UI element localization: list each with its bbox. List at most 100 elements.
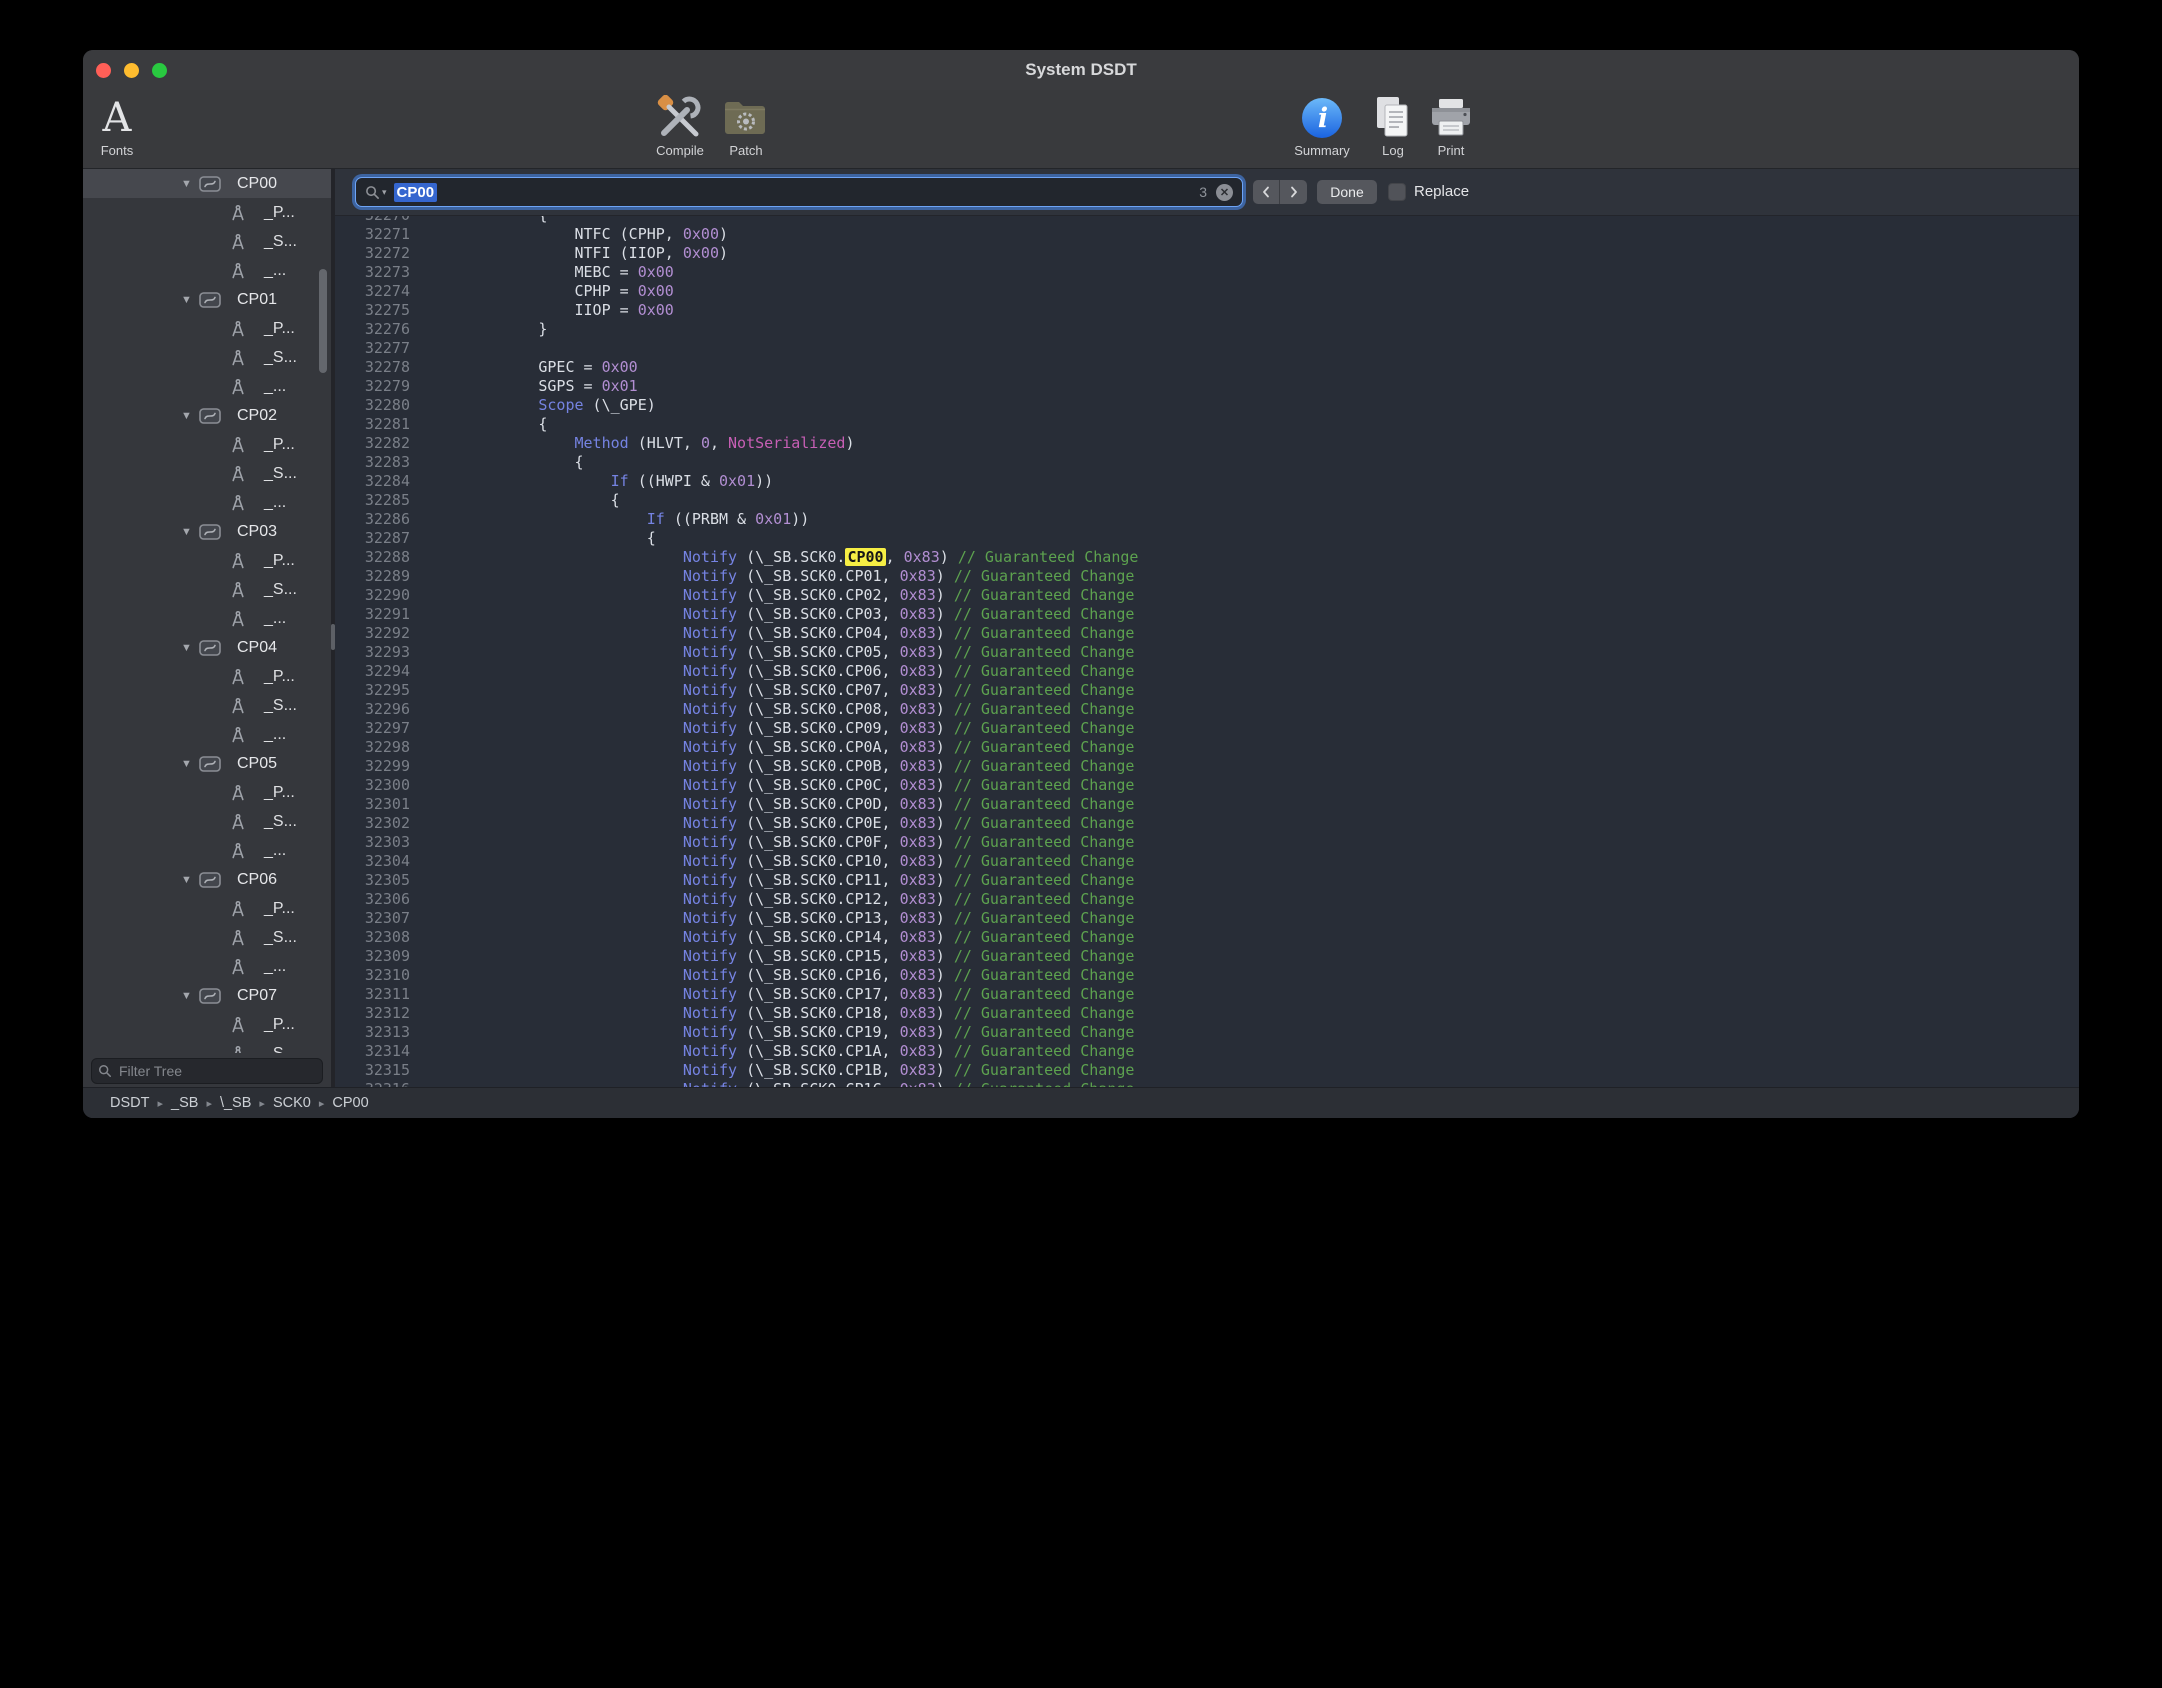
sidebar-child-row[interactable]: _P... [83,198,331,227]
sidebar-scrollbar[interactable] [319,269,327,373]
find-next-button[interactable] [1280,180,1307,204]
code-line[interactable]: 32274 CPHP = 0x00 [335,282,2079,301]
sidebar-child-row[interactable]: _S... [83,343,331,372]
code-line[interactable]: 32270 { [335,216,2079,225]
disclosure-triangle-icon[interactable]: ▼ [181,874,199,886]
search-options-chevron-icon[interactable]: ▾ [382,187,387,198]
sidebar-child-row[interactable]: _... [83,488,331,517]
code-line[interactable]: 32272 NTFI (IIOP, 0x00) [335,244,2079,263]
sidebar-group-row[interactable]: ▼CP03 [83,517,331,546]
filter-tree-field[interactable] [91,1058,323,1084]
code-line[interactable]: 32288 Notify (\_SB.SCK0.CP00, 0x83) // G… [335,548,2079,567]
sidebar-child-row[interactable]: _P... [83,430,331,459]
patch-button[interactable]: Patch [714,93,778,158]
replace-checkbox[interactable] [1388,183,1406,201]
search-icon[interactable] [365,185,380,200]
find-previous-button[interactable] [1253,180,1280,204]
code-line[interactable]: 32308 Notify (\_SB.SCK0.CP14, 0x83) // G… [335,928,2079,947]
sidebar-child-row[interactable]: _S... [83,459,331,488]
sidebar-child-row[interactable]: _P... [83,546,331,575]
sidebar-child-row[interactable]: _P... [83,778,331,807]
breadcrumb-item[interactable]: DSDT [110,1095,149,1111]
breadcrumb-item[interactable]: CP00 [332,1095,368,1111]
code-line[interactable]: 32279 SGPS = 0x01 [335,377,2079,396]
code-line[interactable]: 32295 Notify (\_SB.SCK0.CP07, 0x83) // G… [335,681,2079,700]
zoom-button[interactable] [152,63,167,78]
sidebar-child-row[interactable]: _... [83,836,331,865]
code-line[interactable]: 32298 Notify (\_SB.SCK0.CP0A, 0x83) // G… [335,738,2079,757]
disclosure-triangle-icon[interactable]: ▼ [181,178,199,190]
code-line[interactable]: 32273 MEBC = 0x00 [335,263,2079,282]
filter-tree-input[interactable] [117,1062,316,1080]
code-line[interactable]: 32313 Notify (\_SB.SCK0.CP19, 0x83) // G… [335,1023,2079,1042]
code-line[interactable]: 32311 Notify (\_SB.SCK0.CP17, 0x83) // G… [335,985,2079,1004]
code-line[interactable]: 32283 { [335,453,2079,472]
find-input[interactable]: ▾ CP00 3 ✕ [355,177,1243,207]
sidebar-child-row[interactable]: _P... [83,662,331,691]
code-line[interactable]: 32292 Notify (\_SB.SCK0.CP04, 0x83) // G… [335,624,2079,643]
code-line[interactable]: 32275 IIOP = 0x00 [335,301,2079,320]
fonts-button[interactable]: A Fonts [85,93,149,158]
log-button[interactable]: Log [1361,93,1425,158]
sidebar-group-row[interactable]: ▼CP02 [83,401,331,430]
compile-button[interactable]: Compile [641,93,719,158]
summary-button[interactable]: i Summary [1283,93,1361,158]
code-line[interactable]: 32281 { [335,415,2079,434]
clear-search-icon[interactable]: ✕ [1216,184,1233,201]
code-line[interactable]: 32301 Notify (\_SB.SCK0.CP0D, 0x83) // G… [335,795,2079,814]
sidebar-child-row[interactable]: _... [83,720,331,749]
code-line[interactable]: 32304 Notify (\_SB.SCK0.CP10, 0x83) // G… [335,852,2079,871]
sidebar-child-row[interactable]: _P... [83,1010,331,1039]
disclosure-triangle-icon[interactable]: ▼ [181,526,199,538]
sidebar-child-row[interactable]: _... [83,604,331,633]
minimize-button[interactable] [124,63,139,78]
code-line[interactable]: 32289 Notify (\_SB.SCK0.CP01, 0x83) // G… [335,567,2079,586]
disclosure-triangle-icon[interactable]: ▼ [181,294,199,306]
code-line[interactable]: 32306 Notify (\_SB.SCK0.CP12, 0x83) // G… [335,890,2079,909]
code-line[interactable]: 32299 Notify (\_SB.SCK0.CP0B, 0x83) // G… [335,757,2079,776]
sidebar-group-row[interactable]: ▼CP00 [83,169,331,198]
code-line[interactable]: 32285 { [335,491,2079,510]
code-line[interactable]: 32315 Notify (\_SB.SCK0.CP1B, 0x83) // G… [335,1061,2079,1080]
sidebar-group-row[interactable]: ▼CP04 [83,633,331,662]
code-line[interactable]: 32310 Notify (\_SB.SCK0.CP16, 0x83) // G… [335,966,2079,985]
sidebar-child-row[interactable]: _S... [83,923,331,952]
sidebar-child-row[interactable]: _S... [83,1039,331,1053]
close-button[interactable] [96,63,111,78]
disclosure-triangle-icon[interactable]: ▼ [181,758,199,770]
code-line[interactable]: 32296 Notify (\_SB.SCK0.CP08, 0x83) // G… [335,700,2079,719]
sidebar-child-row[interactable]: _... [83,372,331,401]
splitter-handle-icon[interactable] [331,624,335,650]
code-line[interactable]: 32284 If ((HWPI & 0x01)) [335,472,2079,491]
code-line[interactable]: 32303 Notify (\_SB.SCK0.CP0F, 0x83) // G… [335,833,2079,852]
sidebar-group-row[interactable]: ▼CP07 [83,981,331,1010]
breadcrumb-item[interactable]: SCK0 [273,1095,311,1111]
code-line[interactable]: 32297 Notify (\_SB.SCK0.CP09, 0x83) // G… [335,719,2079,738]
code-line[interactable]: 32307 Notify (\_SB.SCK0.CP13, 0x83) // G… [335,909,2079,928]
code-line[interactable]: 32277 [335,339,2079,358]
sidebar-group-row[interactable]: ▼CP01 [83,285,331,314]
code-line[interactable]: 32312 Notify (\_SB.SCK0.CP18, 0x83) // G… [335,1004,2079,1023]
pane-splitter[interactable] [331,169,335,1088]
disclosure-triangle-icon[interactable]: ▼ [181,642,199,654]
sidebar-child-row[interactable]: _P... [83,894,331,923]
code-line[interactable]: 32305 Notify (\_SB.SCK0.CP11, 0x83) // G… [335,871,2079,890]
print-button[interactable]: Print [1419,93,1483,158]
sidebar-group-row[interactable]: ▼CP05 [83,749,331,778]
sidebar-tree[interactable]: ▼CP00_P..._S..._...▼CP01_P..._S..._...▼C… [83,169,331,1053]
code-line[interactable]: 32300 Notify (\_SB.SCK0.CP0C, 0x83) // G… [335,776,2079,795]
sidebar-child-row[interactable]: _S... [83,575,331,604]
code-line[interactable]: 32276 } [335,320,2079,339]
code-line[interactable]: 32309 Notify (\_SB.SCK0.CP15, 0x83) // G… [335,947,2079,966]
code-line[interactable]: 32294 Notify (\_SB.SCK0.CP06, 0x83) // G… [335,662,2079,681]
code-line[interactable]: 32278 GPEC = 0x00 [335,358,2079,377]
sidebar-child-row[interactable]: _S... [83,227,331,256]
disclosure-triangle-icon[interactable]: ▼ [181,410,199,422]
sidebar-child-row[interactable]: _S... [83,691,331,720]
code-line[interactable]: 32286 If ((PRBM & 0x01)) [335,510,2079,529]
sidebar-child-row[interactable]: _S... [83,807,331,836]
code-editor[interactable]: 32270 {32271 NTFC (CPHP, 0x00)32272 NTFI… [335,216,2079,1088]
sidebar-child-row[interactable]: _P... [83,314,331,343]
disclosure-triangle-icon[interactable]: ▼ [181,990,199,1002]
sidebar-group-row[interactable]: ▼CP06 [83,865,331,894]
